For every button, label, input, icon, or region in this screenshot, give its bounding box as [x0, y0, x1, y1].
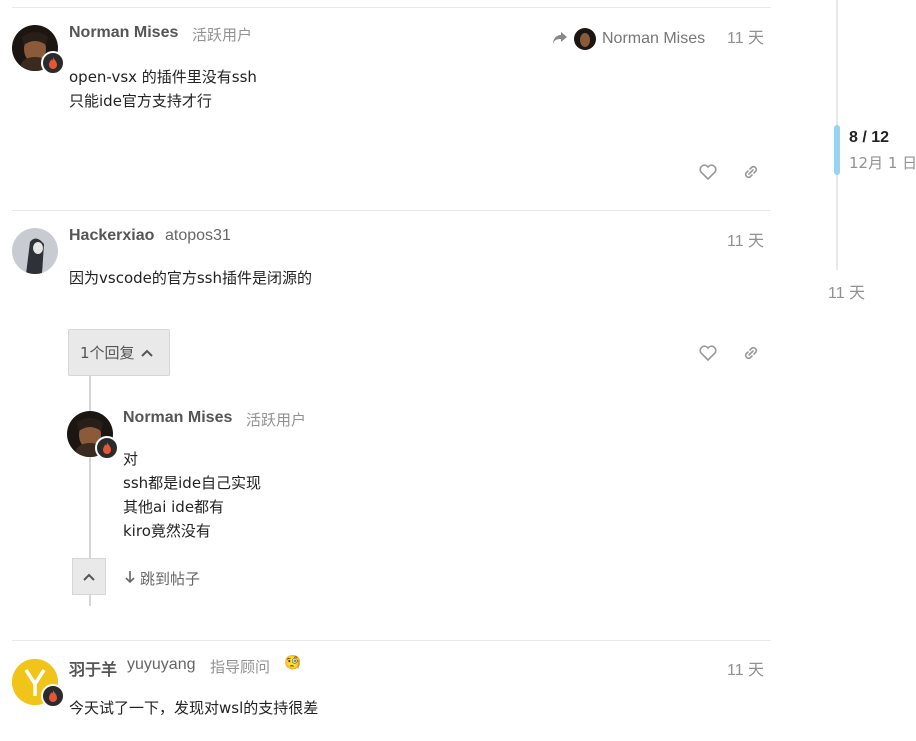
- jump-to-post-link[interactable]: 跳到帖子: [124, 568, 200, 589]
- username[interactable]: 羽于羊: [69, 656, 117, 680]
- username[interactable]: Norman Mises: [123, 409, 232, 427]
- reply-body-line: kiro竟然没有: [123, 522, 211, 540]
- timeline-end-date[interactable]: 11 天: [828, 279, 865, 303]
- post-body-line: 只能ide官方支持才行: [69, 92, 212, 110]
- flame-icon: [41, 51, 65, 75]
- heart-icon[interactable]: [698, 343, 718, 363]
- reply-to-avatar: [574, 28, 596, 50]
- user-title: 指导顾问: [210, 658, 271, 676]
- post-body-line: 今天试了一下，发现对wsl的支持很差: [69, 699, 319, 717]
- title-emoji: 🧐: [284, 655, 302, 671]
- username[interactable]: Hackerxiao: [69, 227, 154, 245]
- post-date[interactable]: 11 天: [727, 656, 764, 680]
- arrow-down-icon: [124, 570, 136, 588]
- timeline-scroller-handle[interactable]: [834, 125, 840, 175]
- user-handle: yuyuyang: [127, 656, 196, 673]
- post-norman-mises: Norman Mises 活跃用户 Norman Mises 11 天 open…: [12, 7, 771, 210]
- timeline-position: 8 / 12: [849, 129, 890, 146]
- jump-label: 跳到帖子: [140, 570, 201, 588]
- user-title: 活跃用户: [192, 26, 253, 44]
- reply-body-line: ssh都是ide自己实现: [123, 474, 262, 492]
- post-body-line: open-vsx 的插件里没有ssh: [69, 68, 257, 86]
- chevron-up-icon: [140, 348, 154, 358]
- user-handle: atopos31: [165, 227, 231, 244]
- flame-icon: [95, 436, 119, 460]
- reply-body-line: 对: [123, 450, 139, 468]
- link-icon[interactable]: [741, 162, 761, 182]
- replies-toggle-button[interactable]: 1个回复: [68, 329, 170, 376]
- reply-to-link[interactable]: Norman Mises: [552, 28, 705, 50]
- replies-count-label: 1个回复: [80, 344, 135, 362]
- chevron-up-icon: [82, 567, 96, 586]
- post-date[interactable]: 11 天: [727, 24, 764, 48]
- post-body-line: 因为vscode的官方ssh插件是闭源的: [69, 269, 313, 287]
- avatar[interactable]: [12, 228, 58, 274]
- link-icon[interactable]: [741, 343, 761, 363]
- reply-to-username: Norman Mises: [602, 30, 706, 47]
- timeline-date: 12月 1 日: [849, 154, 916, 172]
- username[interactable]: Norman Mises: [69, 24, 178, 42]
- user-title: 活跃用户: [246, 411, 307, 429]
- reply-body-line: 其他ai ide都有: [123, 498, 225, 516]
- heart-icon[interactable]: [698, 162, 718, 182]
- collapse-replies-button[interactable]: [72, 558, 106, 595]
- post-yuyuyang: 羽于羊 yuyuyang 指导顾问 🧐 11 天 今天试了一下，发现对wsl的支…: [12, 640, 771, 741]
- flame-icon: [41, 684, 65, 708]
- post-date[interactable]: 11 天: [727, 227, 764, 251]
- share-arrow-icon: [552, 30, 568, 49]
